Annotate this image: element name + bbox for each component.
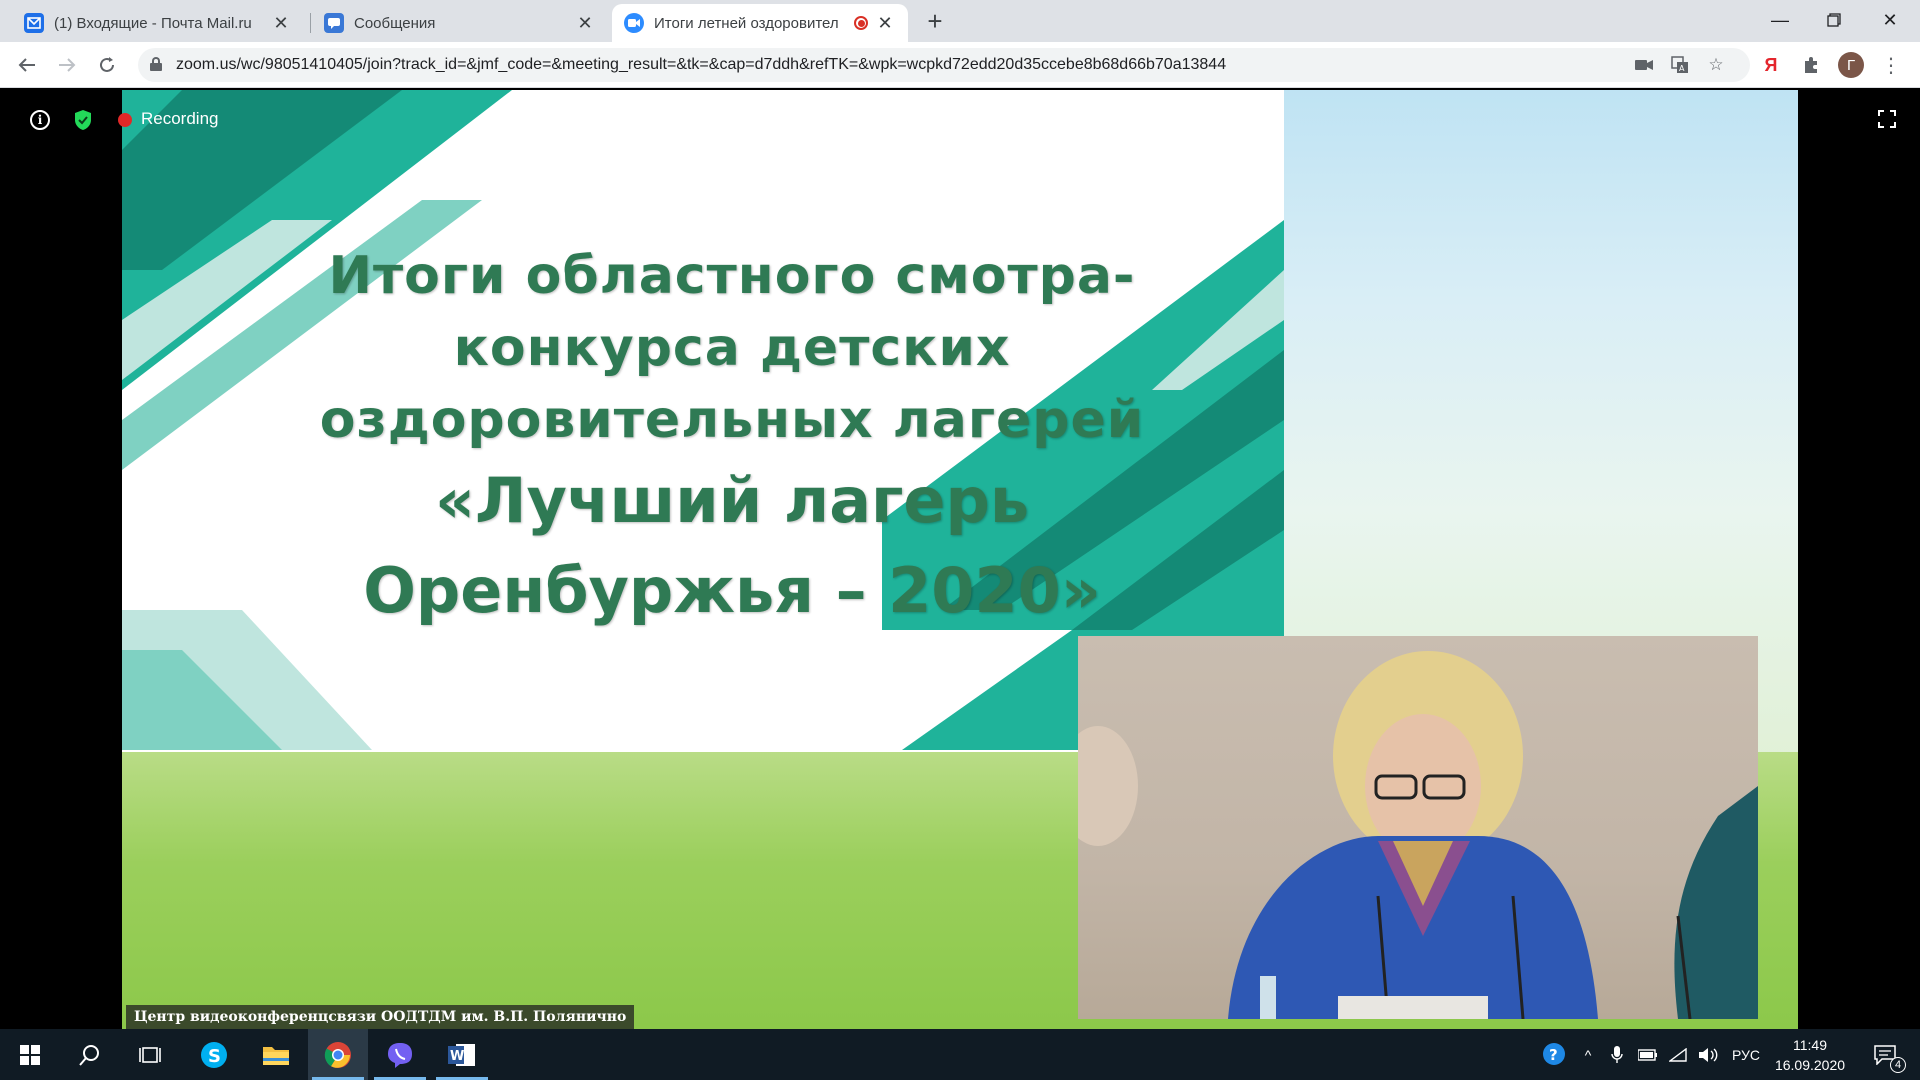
lock-icon	[150, 57, 162, 71]
address-bar[interactable]: zoom.us/wc/98051410405/join?track_id=&jm…	[138, 48, 1750, 82]
reload-button[interactable]	[92, 50, 122, 80]
notification-count-badge: 4	[1890, 1057, 1906, 1073]
system-clock[interactable]: 11:49 16.09.2020	[1770, 1035, 1850, 1075]
svg-text:A: A	[1679, 64, 1685, 73]
recording-label[interactable]: Recording	[141, 109, 219, 129]
chrome-icon[interactable]	[308, 1029, 368, 1080]
recording-indicator-icon	[118, 113, 132, 127]
svg-text:?: ?	[1549, 1046, 1558, 1064]
svg-text:W: W	[450, 1049, 464, 1064]
tab-recording-icon	[854, 16, 868, 30]
word-icon[interactable]: W	[432, 1029, 492, 1080]
back-button[interactable]	[12, 50, 42, 80]
tab-zoom-meeting[interactable]: Итоги летней оздоровител ✕	[612, 4, 908, 42]
menu-kebab-icon[interactable]: ⋮	[1876, 50, 1906, 80]
skype-icon[interactable]: S	[184, 1029, 244, 1080]
tab-divider	[310, 13, 311, 33]
microphone-icon[interactable]	[1604, 1029, 1630, 1080]
tab-title: Итоги летней оздоровител	[654, 14, 839, 32]
notifications-icon[interactable]: 4	[1860, 1029, 1910, 1080]
chat-icon	[324, 13, 344, 33]
clock-time: 11:49	[1793, 1037, 1827, 1053]
fullscreen-icon[interactable]	[1878, 110, 1896, 128]
tab-messages[interactable]: Сообщения ✕	[312, 4, 608, 42]
wifi-icon[interactable]	[1664, 1029, 1692, 1080]
task-view-icon[interactable]	[120, 1029, 180, 1080]
speaker-figure	[1078, 651, 1758, 1019]
video-source-caption: Центр видеоконференцсвязи ООДТДМ им. В.П…	[126, 1005, 635, 1029]
svg-text:S: S	[208, 1046, 221, 1067]
tab-strip: (1) Входящие - Почта Mail.ru ✕ Сообщения…	[0, 0, 1920, 42]
translate-icon[interactable]: A	[1668, 53, 1692, 77]
file-explorer-icon[interactable]	[246, 1029, 306, 1080]
help-icon[interactable]: ?	[1536, 1029, 1574, 1080]
yandex-extension-icon[interactable]: Я	[1756, 50, 1786, 80]
tab-title: (1) Входящие - Почта Mail.ru	[54, 14, 252, 32]
slide-title-line: Оренбуржья – 2020»	[363, 554, 1101, 627]
zoom-meeting-view: Итоги областного смотра- конкурса детски…	[0, 88, 1920, 1029]
encryption-shield-icon[interactable]	[74, 109, 92, 131]
tab-title: Сообщения	[354, 14, 436, 32]
slide-title: Итоги областного смотра- конкурса детски…	[282, 240, 1182, 636]
close-tab-icon[interactable]: ✕	[874, 12, 896, 34]
forward-button[interactable]	[52, 50, 82, 80]
clock-date: 16.09.2020	[1774, 1057, 1846, 1073]
close-tab-icon[interactable]: ✕	[270, 12, 292, 34]
camera-icon[interactable]	[1632, 53, 1656, 77]
url-text: zoom.us/wc/98051410405/join?track_id=&jm…	[176, 56, 1227, 73]
browser-toolbar: zoom.us/wc/98051410405/join?track_id=&jm…	[0, 42, 1920, 88]
windows-start-icon[interactable]	[0, 1029, 60, 1080]
bookmark-star-icon[interactable]: ☆	[1704, 53, 1728, 77]
language-indicator[interactable]: РУС	[1726, 1029, 1766, 1080]
slide-title-line: конкурса детских	[453, 318, 1011, 378]
zoom-icon	[624, 13, 644, 33]
mail-icon	[24, 13, 44, 33]
speaker-video[interactable]	[1078, 636, 1758, 1019]
close-window-button[interactable]: ✕	[1860, 0, 1920, 40]
extensions-puzzle-icon[interactable]	[1796, 50, 1826, 80]
slide-title-line: Итоги областного смотра-	[328, 246, 1136, 306]
search-icon[interactable]	[60, 1029, 120, 1080]
minimize-button[interactable]: —	[1750, 0, 1810, 40]
battery-icon[interactable]	[1634, 1029, 1662, 1080]
slide-title-line: «Лучший лагерь	[434, 464, 1030, 537]
windows-taskbar: S W ? ^ РУС 11:49 16.09.2020 4	[0, 1029, 1920, 1080]
volume-icon[interactable]	[1694, 1029, 1722, 1080]
tab-mail[interactable]: (1) Входящие - Почта Mail.ru ✕	[12, 4, 304, 42]
slide-title-line: оздоровительных лагерей	[319, 390, 1145, 450]
new-tab-button[interactable]: +	[920, 6, 950, 36]
show-hidden-icons-chevron-icon[interactable]: ^	[1576, 1029, 1600, 1080]
close-tab-icon[interactable]: ✕	[574, 12, 596, 34]
viber-icon[interactable]	[370, 1029, 430, 1080]
meeting-info-icon[interactable]: i	[30, 110, 50, 130]
profile-avatar[interactable]: Г	[1836, 50, 1866, 80]
restore-button[interactable]	[1804, 0, 1864, 40]
